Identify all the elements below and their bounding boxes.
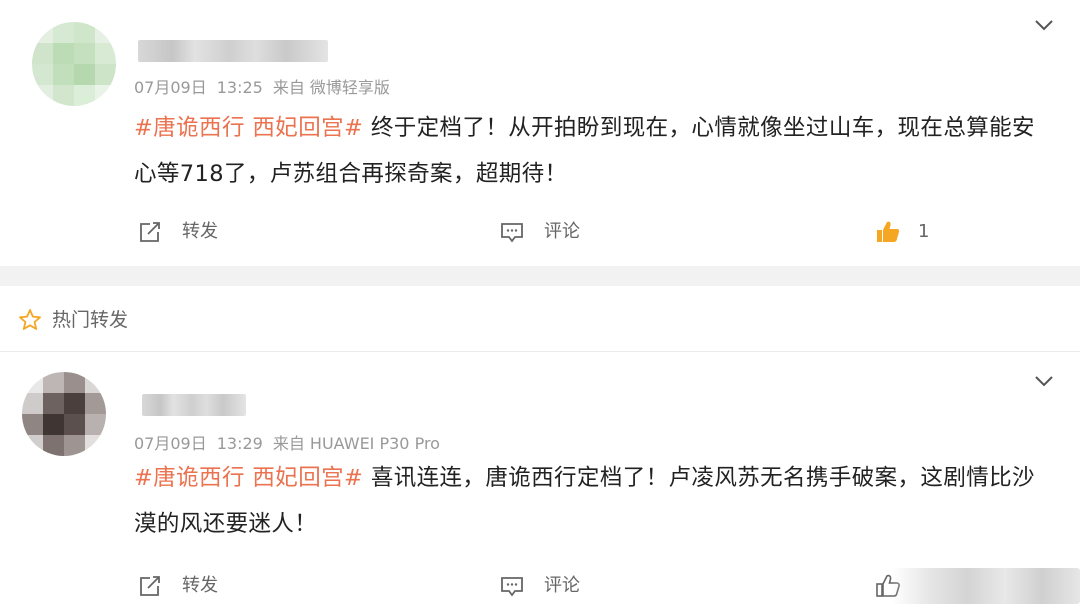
post-content: #唐诡西行 西妃回宫# 终于定档了！从开拍盼到现在，心情就像坐过山车，现在总算能… xyxy=(134,105,1046,197)
post-time: 13:25 xyxy=(216,78,263,97)
post-date: 07月09日 xyxy=(134,434,207,453)
avatar[interactable] xyxy=(22,372,106,456)
username[interactable] xyxy=(142,394,246,416)
username[interactable] xyxy=(138,40,328,62)
comment-button[interactable]: 评论 xyxy=(498,572,580,600)
forward-label: 转发 xyxy=(182,221,218,242)
topic-link[interactable]: #唐诡西行 西妃回宫# xyxy=(134,465,363,491)
comment-button[interactable]: 评论 xyxy=(498,218,580,246)
hot-forwards-header: 热门转发 xyxy=(0,286,1080,352)
watermark xyxy=(892,568,1080,604)
comment-icon xyxy=(501,577,523,597)
star-icon xyxy=(19,309,41,330)
post-time: 13:29 xyxy=(216,434,263,453)
like-button[interactable]: 1 xyxy=(874,218,929,246)
post-source: 来自 微博轻享版 xyxy=(272,78,390,97)
share-icon xyxy=(140,222,160,242)
avatar[interactable] xyxy=(32,22,116,106)
post-meta: 07月09日 13:25 来自 微博轻享版 xyxy=(134,78,390,98)
post-meta: 07月09日 13:29 来自 HUAWEI P30 Pro xyxy=(134,434,440,454)
post-date: 07月09日 xyxy=(134,78,207,97)
chevron-down-icon[interactable] xyxy=(1032,373,1056,389)
topic-link[interactable]: #唐诡西行 西妃回宫# xyxy=(134,115,363,141)
comment-label: 评论 xyxy=(544,221,580,242)
comment-label: 评论 xyxy=(544,575,580,596)
comment-icon xyxy=(501,223,523,243)
thumbs-up-icon xyxy=(877,221,900,242)
share-icon xyxy=(140,576,160,596)
post-source: 来自 HUAWEI P30 Pro xyxy=(272,434,440,453)
comment-card: 07月09日 13:25 来自 微博轻享版 #唐诡西行 西妃回宫# 终于定档了！从开… xyxy=(0,0,1080,266)
chevron-down-icon[interactable] xyxy=(1032,17,1056,33)
like-count: 1 xyxy=(918,221,930,242)
post-content: #唐诡西行 西妃回宫# 喜讯连连，唐诡西行定档了！卢凌风苏无名携手破案，这剧情比… xyxy=(134,455,1046,547)
forward-button[interactable]: 转发 xyxy=(136,572,218,600)
hot-forwards-label: 热门转发 xyxy=(52,309,129,331)
comment-card: 07月09日 13:29 来自 HUAWEI P30 Pro #唐诡西行 西妃回宫#… xyxy=(0,352,1080,612)
forward-label: 转发 xyxy=(182,575,218,596)
forward-button[interactable]: 转发 xyxy=(136,218,218,246)
section-divider xyxy=(0,266,1080,286)
